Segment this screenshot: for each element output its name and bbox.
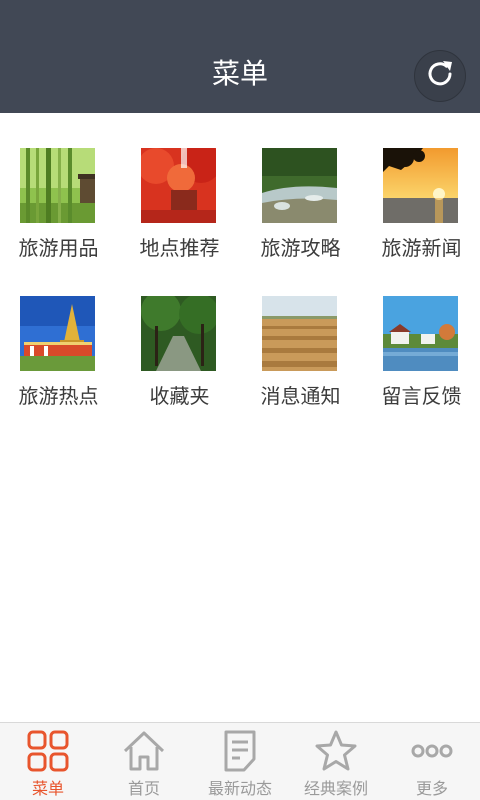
refresh-button[interactable]	[414, 50, 466, 102]
tab-label: 更多	[415, 779, 448, 798]
menu-item-label: 消息通知	[260, 384, 341, 408]
tab-label: 最新动态	[207, 779, 272, 798]
page-title: 菜单	[211, 57, 268, 90]
document-icon	[192, 729, 288, 773]
tab-latest-news[interactable]: 最新动态	[192, 723, 288, 800]
bottom-tab-bar: 菜单 首页 最新动态 经典案例 更多	[0, 722, 480, 800]
tab-menu[interactable]: 菜单	[0, 723, 96, 800]
refresh-icon	[422, 56, 458, 96]
golden-pagoda-image	[20, 296, 95, 371]
lakeside-village-image	[383, 296, 458, 371]
grid-icon	[0, 729, 96, 773]
menu-item-place-recommend[interactable]: 地点推荐	[121, 148, 242, 296]
menu-item-feedback[interactable]: 留言反馈	[363, 296, 480, 444]
menu-item-travel-hotspot[interactable]: 旅游热点	[0, 296, 121, 444]
sunset-lake-image	[383, 148, 458, 223]
tab-home[interactable]: 首页	[96, 723, 192, 800]
menu-item-label: 地点推荐	[139, 236, 220, 260]
menu-item-label: 收藏夹	[149, 384, 210, 408]
tab-more[interactable]: 更多	[384, 723, 480, 800]
tab-label: 菜单	[31, 779, 64, 798]
bamboo-forest-image	[20, 148, 95, 223]
app-screen: 菜单 旅游用品 地点推荐 旅游攻略 旅游新闻 旅游热点 收藏夹 消息通知 留言反…	[0, 0, 480, 800]
menu-item-label: 旅游热点	[18, 384, 99, 408]
menu-item-label: 旅游用品	[18, 236, 99, 260]
header-bar: 菜单	[0, 0, 480, 113]
tab-classic-cases[interactable]: 经典案例	[288, 723, 384, 800]
menu-grid: 旅游用品 地点推荐 旅游攻略 旅游新闻 旅游热点 收藏夹 消息通知 留言反馈	[0, 148, 480, 444]
menu-item-travel-goods[interactable]: 旅游用品	[0, 148, 121, 296]
menu-item-label: 留言反馈	[381, 384, 462, 408]
tab-label: 经典案例	[303, 779, 368, 798]
tree-path-image	[141, 296, 216, 371]
tab-label: 首页	[127, 779, 160, 798]
menu-item-travel-guide[interactable]: 旅游攻略	[242, 148, 363, 296]
home-icon	[96, 729, 192, 773]
forest-stream-image	[262, 148, 337, 223]
menu-item-label: 旅游新闻	[381, 236, 462, 260]
more-icon	[384, 729, 480, 773]
menu-item-travel-news[interactable]: 旅游新闻	[363, 148, 480, 296]
menu-item-notifications[interactable]: 消息通知	[242, 296, 363, 444]
menu-item-favorites[interactable]: 收藏夹	[121, 296, 242, 444]
red-maple-image	[141, 148, 216, 223]
star-icon	[288, 729, 384, 773]
menu-item-label: 旅游攻略	[260, 236, 341, 260]
plowed-field-image	[262, 296, 337, 371]
